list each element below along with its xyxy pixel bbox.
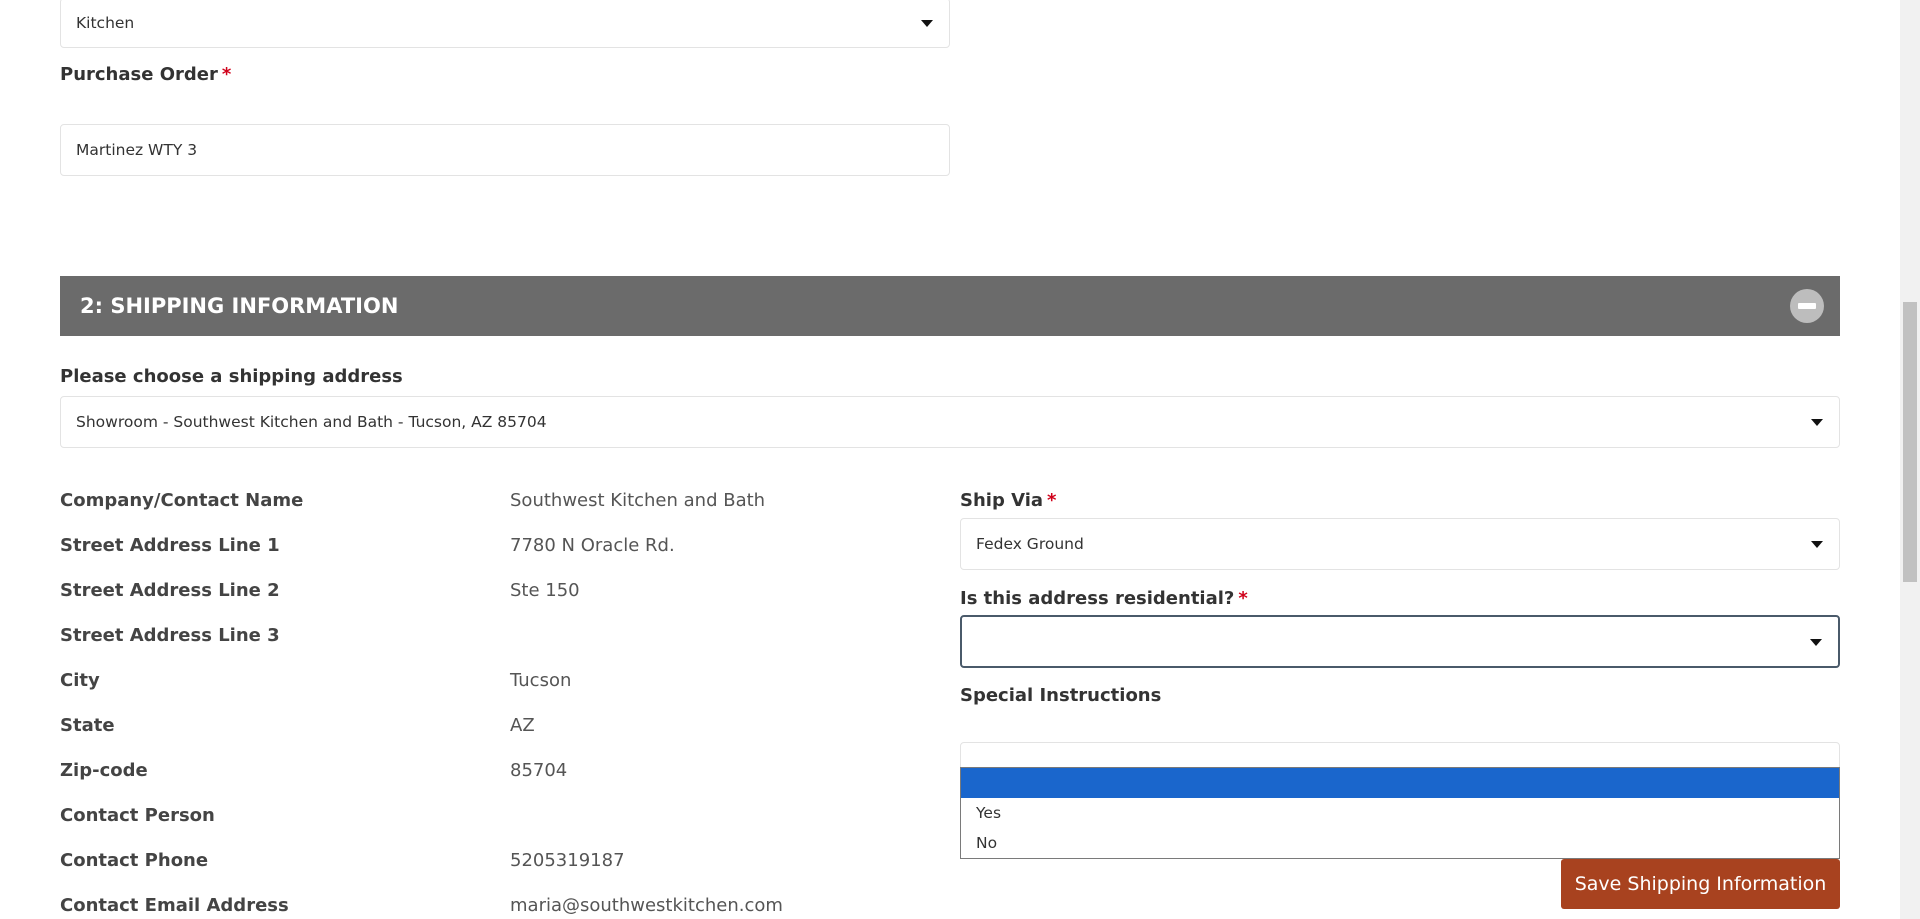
ship-via-value: Fedex Ground <box>976 535 1084 553</box>
detail-value: AZ <box>510 715 535 736</box>
detail-label: Zip-code <box>60 760 148 781</box>
detail-value: Tucson <box>510 670 572 691</box>
detail-label: Contact Email Address <box>60 895 289 916</box>
detail-label: Street Address Line 1 <box>60 535 280 556</box>
detail-value: 85704 <box>510 760 568 781</box>
room-select[interactable]: Kitchen <box>60 0 950 48</box>
required-mark: * <box>221 64 232 85</box>
caret-down-icon <box>1811 541 1823 548</box>
caret-down-icon <box>1811 419 1823 426</box>
purchase-order-value: Martinez WTY 3 <box>76 141 198 159</box>
detail-value: 5205319187 <box>510 850 625 871</box>
scrollbar-thumb[interactable] <box>1903 302 1917 582</box>
residential-options-list[interactable]: Yes No <box>960 767 1840 859</box>
address-prompt: Please choose a shipping address <box>60 366 403 387</box>
purchase-order-label: Purchase Order * <box>60 64 231 85</box>
shipping-address-value: Showroom - Southwest Kitchen and Bath - … <box>76 413 547 431</box>
shipping-address-select[interactable]: Showroom - Southwest Kitchen and Bath - … <box>60 396 1840 448</box>
minus-circle-icon[interactable] <box>1790 289 1824 323</box>
ship-via-label: Ship Via * <box>960 490 1056 511</box>
detail-label: State <box>60 715 115 736</box>
residential-select[interactable] <box>960 615 1840 668</box>
required-mark: * <box>1047 490 1057 511</box>
special-instructions-label: Special Instructions <box>960 685 1162 706</box>
residential-label-text: Is this address residential? <box>960 588 1235 609</box>
detail-value: Ste 150 <box>510 580 580 601</box>
detail-label: Contact Phone <box>60 850 209 871</box>
residential-option-blank[interactable] <box>961 768 1839 798</box>
room-select-value: Kitchen <box>76 14 135 32</box>
ship-via-select[interactable]: Fedex Ground <box>960 518 1840 570</box>
caret-down-icon <box>921 20 933 27</box>
required-mark: * <box>1238 588 1248 609</box>
detail-value: 7780 N Oracle Rd. <box>510 535 675 556</box>
page-scrollbar[interactable] <box>1900 0 1920 919</box>
detail-value: maria@southwestkitchen.com <box>510 895 783 916</box>
detail-value: Southwest Kitchen and Bath <box>510 490 766 511</box>
detail-label: Street Address Line 3 <box>60 625 280 646</box>
detail-label: Contact Person <box>60 805 215 826</box>
shipping-section-header[interactable]: 2: SHIPPING INFORMATION <box>60 276 1840 336</box>
ship-via-label-text: Ship Via <box>960 490 1044 511</box>
purchase-order-input[interactable]: Martinez WTY 3 <box>60 124 950 176</box>
residential-option-no[interactable]: No <box>961 828 1839 858</box>
residential-option-yes[interactable]: Yes <box>961 798 1839 828</box>
detail-label: Street Address Line 2 <box>60 580 280 601</box>
section-title: 2: SHIPPING INFORMATION <box>80 294 399 318</box>
purchase-order-label-text: Purchase Order <box>60 64 218 85</box>
save-shipping-button[interactable]: Save Shipping Information <box>1561 859 1840 909</box>
detail-label: City <box>60 670 100 691</box>
caret-down-icon <box>1810 638 1822 646</box>
residential-label: Is this address residential? * <box>960 588 1248 609</box>
detail-label: Company/Contact Name <box>60 490 304 511</box>
